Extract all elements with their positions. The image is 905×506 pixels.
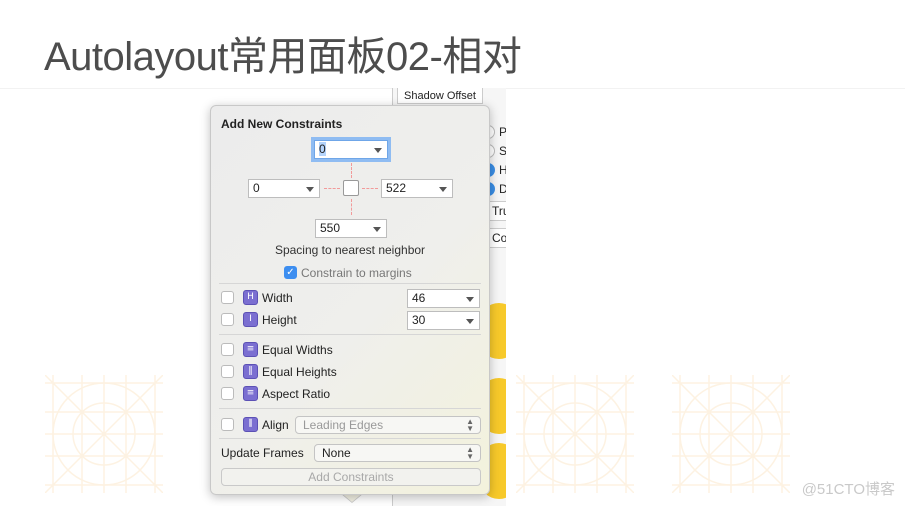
chevron-down-icon[interactable] xyxy=(374,148,382,153)
spacing-label: Spacing to nearest neighbor xyxy=(274,243,426,257)
align-checkbox[interactable] xyxy=(221,418,234,431)
radio-label: D xyxy=(499,182,506,196)
width-label: Width xyxy=(262,291,293,305)
top-spacing-field[interactable]: 0 xyxy=(314,140,388,159)
equal-widths-icon: ≡ xyxy=(243,342,258,357)
bottom-spacing-value: 550 xyxy=(320,221,341,235)
add-constraints-button[interactable]: Add Constraints xyxy=(221,468,481,486)
right-spacing-field[interactable]: 522 xyxy=(381,179,453,198)
chevron-down-icon[interactable] xyxy=(466,297,474,302)
width-constraint-icon: H xyxy=(243,290,258,305)
add-constraints-popover: Add New Constraints 0 0 522 550 Spacing … xyxy=(210,105,490,495)
width-value: 46 xyxy=(412,291,426,305)
divider xyxy=(219,408,481,409)
divider xyxy=(219,283,481,284)
popover-title: Add New Constraints xyxy=(221,117,343,131)
equal-widths-label: Equal Widths xyxy=(262,343,333,357)
chevron-down-icon[interactable] xyxy=(466,319,474,324)
equal-heights-icon: ‖ xyxy=(243,364,258,379)
align-label: Align xyxy=(262,418,289,432)
equal-heights-label: Equal Heights xyxy=(262,365,337,379)
chevron-down-icon[interactable] xyxy=(306,187,314,192)
height-constraint-icon: I xyxy=(243,312,258,327)
icon-grid-watermark xyxy=(672,375,790,493)
icon-grid-watermark xyxy=(516,375,634,493)
height-label: Height xyxy=(262,313,297,327)
align-icon: ⫼ xyxy=(243,417,258,432)
divider xyxy=(219,334,481,335)
constrain-margins-label: Constrain to margins xyxy=(301,266,412,280)
radio-label: H xyxy=(499,163,506,177)
height-checkbox[interactable] xyxy=(221,313,234,326)
update-frames-label: Update Frames xyxy=(221,446,304,460)
equal-widths-checkbox[interactable] xyxy=(221,343,234,356)
up-down-chevron-icon: ▲ ▼ xyxy=(466,417,474,433)
right-constraint-toggle[interactable] xyxy=(362,188,378,189)
equal-heights-checkbox[interactable] xyxy=(221,365,234,378)
inspector-field[interactable]: Tru xyxy=(489,201,506,221)
width-checkbox[interactable] xyxy=(221,291,234,304)
align-value: Leading Edges xyxy=(303,418,384,432)
aspect-ratio-label: Aspect Ratio xyxy=(262,387,331,401)
shadow-offset-header: Shadow Offset xyxy=(397,88,483,104)
update-frames-popup[interactable]: None ▲ ▼ xyxy=(314,444,481,462)
watermark-text: @51CTO博客 xyxy=(801,481,895,498)
top-spacing-value: 0 xyxy=(319,142,326,156)
view-placeholder xyxy=(343,180,359,196)
update-frames-value: None xyxy=(322,446,351,460)
radio-label: S xyxy=(499,144,506,158)
align-popup[interactable]: Leading Edges ▲ ▼ xyxy=(295,416,481,434)
constrain-margins-checkbox[interactable]: ✓ xyxy=(284,266,297,279)
right-spacing-value: 522 xyxy=(386,181,407,195)
radio-label: P xyxy=(499,125,506,139)
height-value: 30 xyxy=(412,313,426,327)
chevron-down-icon[interactable] xyxy=(373,227,381,232)
chevron-down-icon[interactable] xyxy=(439,187,447,192)
height-field[interactable]: 30 xyxy=(407,311,480,330)
left-spacing-value: 0 xyxy=(253,181,260,195)
bottom-constraint-toggle[interactable] xyxy=(351,199,352,215)
left-spacing-field[interactable]: 0 xyxy=(248,179,320,198)
icon-grid-watermark xyxy=(45,375,163,493)
divider xyxy=(219,438,481,439)
left-constraint-toggle[interactable] xyxy=(324,188,340,189)
top-constraint-toggle[interactable] xyxy=(351,163,352,178)
up-down-chevron-icon: ▲ ▼ xyxy=(466,445,474,461)
inspector-field[interactable]: Co xyxy=(489,228,506,248)
aspect-ratio-checkbox[interactable] xyxy=(221,387,234,400)
slide-title: Autolayout常用面板02-相对 xyxy=(44,35,522,79)
aspect-ratio-icon: ≡ xyxy=(243,386,258,401)
width-field[interactable]: 46 xyxy=(407,289,480,308)
bottom-spacing-field[interactable]: 550 xyxy=(315,219,387,238)
